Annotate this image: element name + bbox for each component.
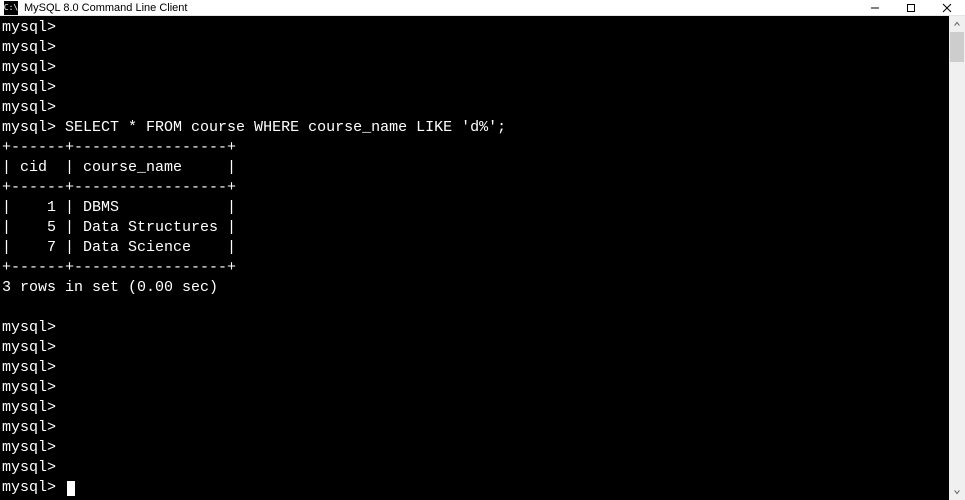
prompt: mysql> — [2, 39, 56, 56]
table-row: | 7 | Data Science | — [2, 239, 236, 256]
maximize-icon — [906, 3, 916, 13]
table-border: +------+-----------------+ — [2, 259, 236, 276]
table-row: | 5 | Data Structures | — [2, 219, 236, 236]
prompt: mysql> — [2, 379, 56, 396]
maximize-button[interactable] — [893, 0, 929, 15]
prompt: mysql> — [2, 479, 56, 496]
table-border: +------+-----------------+ — [2, 139, 236, 156]
close-button[interactable] — [929, 0, 965, 15]
prompt: mysql> — [2, 439, 56, 456]
titlebar: C:\ MySQL 8.0 Command Line Client — [0, 0, 965, 16]
result-summary: 3 rows in set (0.00 sec) — [2, 279, 218, 296]
prompt: mysql> — [2, 339, 56, 356]
window-title: MySQL 8.0 Command Line Client — [24, 2, 187, 14]
scroll-down-arrow-icon[interactable] — [949, 484, 965, 500]
window-controls — [857, 0, 965, 15]
prompt: mysql> — [2, 79, 56, 96]
prompt: mysql> — [2, 59, 56, 76]
prompt: mysql> — [2, 459, 56, 476]
table-border: +------+-----------------+ — [2, 179, 236, 196]
table-row: | 1 | DBMS | — [2, 199, 236, 216]
table-header: | cid | course_name | — [2, 159, 236, 176]
prompt: mysql> — [2, 19, 56, 36]
scroll-thumb[interactable] — [950, 32, 964, 62]
prompt: mysql> — [2, 359, 56, 376]
prompt: mysql> — [2, 119, 56, 136]
prompt: mysql> — [2, 419, 56, 436]
close-icon — [942, 3, 952, 13]
minimize-button[interactable] — [857, 0, 893, 15]
cursor — [67, 481, 75, 496]
prompt: mysql> — [2, 399, 56, 416]
terminal[interactable]: mysql> mysql> mysql> mysql> mysql> mysql… — [0, 16, 949, 500]
scroll-track[interactable] — [949, 32, 965, 484]
scrollbar[interactable] — [949, 16, 965, 500]
scroll-up-arrow-icon[interactable] — [949, 16, 965, 32]
prompt: mysql> — [2, 99, 56, 116]
minimize-icon — [870, 3, 880, 13]
app-icon: C:\ — [4, 1, 18, 15]
sql-query: SELECT * FROM course WHERE course_name L… — [65, 119, 506, 136]
terminal-wrap: mysql> mysql> mysql> mysql> mysql> mysql… — [0, 16, 965, 500]
prompt: mysql> — [2, 319, 56, 336]
